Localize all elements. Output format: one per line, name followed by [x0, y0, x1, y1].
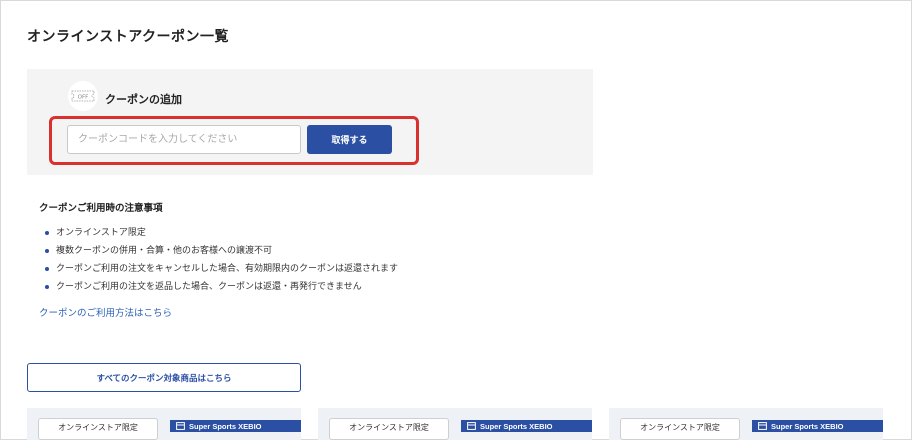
store-icon	[467, 422, 476, 430]
coupon-off-ticket-icon: OFF	[68, 81, 98, 111]
store-icon	[176, 422, 185, 430]
notes-title: クーポンご利用時の注意事項	[39, 203, 163, 214]
online-limited-tag: オンラインストア限定	[38, 418, 158, 440]
notes-list-item: 複数クーポンの併用・合算・他のお客様への譲渡不可	[45, 244, 398, 262]
brand-name: Super Sports XEBIO	[189, 421, 262, 431]
online-limited-tag: オンラインストア限定	[329, 418, 449, 440]
notes-list-item: クーポンご利用の注文を返品した場合、クーポンは返還・再発行できません	[45, 280, 398, 298]
coupon-card[interactable]: オンラインストア限定 Super Sports XEBIO	[318, 408, 592, 440]
add-coupon-title: クーポンの追加	[105, 93, 182, 106]
brand-badge: Super Sports XEBIO	[752, 420, 883, 432]
coupon-usage-link[interactable]: クーポンのご利用方法はこちら	[39, 305, 172, 319]
brand-name: Super Sports XEBIO	[480, 421, 553, 431]
all-coupon-items-button[interactable]: すべてのクーポン対象商品はこちら	[27, 363, 301, 392]
notes-list: オンラインストア限定 複数クーポンの併用・合算・他のお客様への譲渡不可 クーポン…	[45, 226, 398, 298]
page-title: オンラインストアクーポン一覧	[27, 29, 230, 45]
store-icon	[758, 422, 767, 430]
online-limited-tag: オンラインストア限定	[620, 418, 740, 440]
coupon-card[interactable]: オンラインストア限定 Super Sports XEBIO	[27, 408, 301, 440]
get-coupon-button[interactable]: 取得する	[307, 125, 392, 154]
brand-badge: Super Sports XEBIO	[170, 420, 301, 432]
brand-name: Super Sports XEBIO	[771, 421, 844, 431]
coupon-code-input[interactable]	[67, 125, 301, 154]
brand-badge: Super Sports XEBIO	[461, 420, 592, 432]
coupon-icon-text: OFF	[78, 94, 89, 100]
notes-list-item: クーポンご利用の注文をキャンセルした場合、有効期限内のクーポンは返還されます	[45, 262, 398, 280]
notes-list-item: オンラインストア限定	[45, 226, 398, 244]
coupon-card[interactable]: オンラインストア限定 Super Sports XEBIO	[609, 408, 883, 440]
